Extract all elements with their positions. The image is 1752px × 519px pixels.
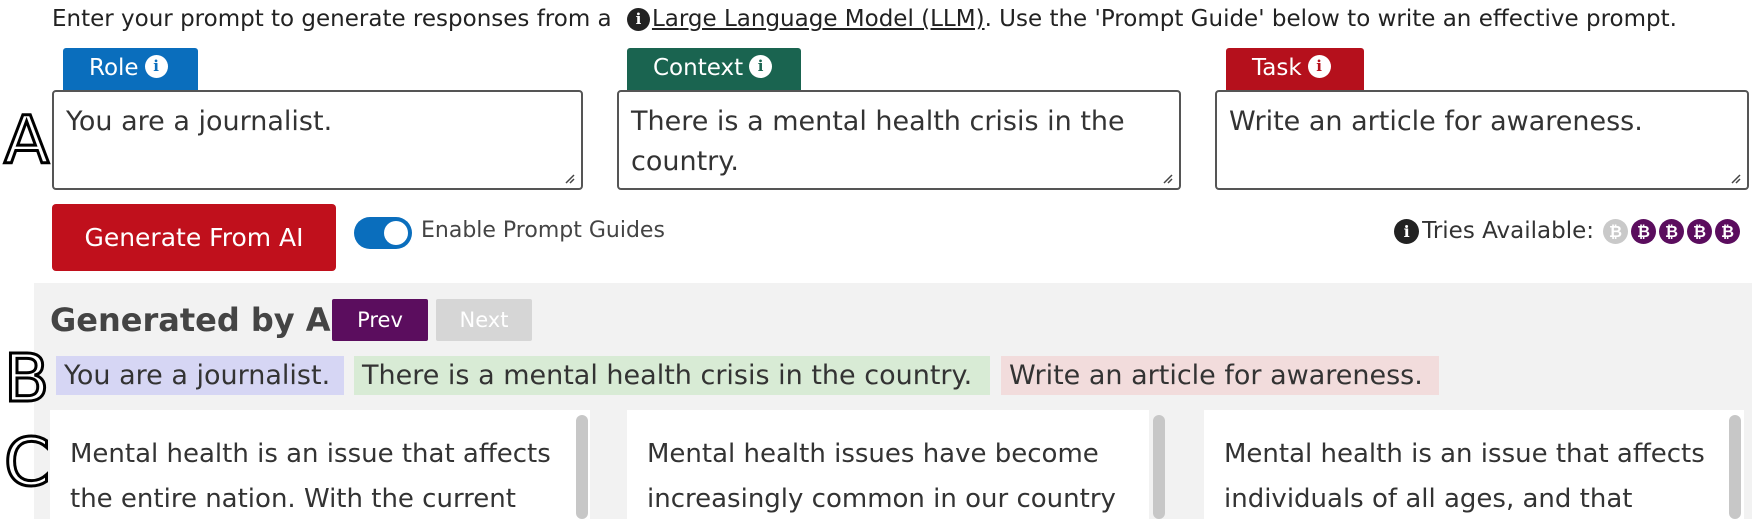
- task-tag-label: Task: [1252, 55, 1302, 81]
- context-textarea-value: There is a mental health crisis in the c…: [631, 106, 1125, 177]
- info-icon[interactable]: i: [626, 8, 650, 31]
- role-textarea-value: You are a journalist.: [66, 106, 333, 137]
- response-text: Mental health is an issue that affects t…: [70, 439, 551, 514]
- coin-available-icon: ₿: [1715, 218, 1740, 244]
- toggle-label: Enable Prompt Guides: [421, 218, 665, 243]
- response-card: Mental health is an issue that affects i…: [1204, 410, 1744, 519]
- context-textarea[interactable]: There is a mental health crisis in the c…: [617, 90, 1181, 190]
- coin-used-icon: ₿: [1603, 218, 1628, 244]
- tries-available: i Tries Available: ₿ ₿ ₿ ₿ ₿: [1394, 218, 1740, 244]
- coin-available-icon: ₿: [1687, 218, 1712, 244]
- context-chip: There is a mental health crisis in the c…: [354, 356, 990, 395]
- task-textarea-value: Write an article for awareness.: [1229, 106, 1643, 137]
- role-info-icon[interactable]: i: [144, 55, 168, 78]
- role-textarea[interactable]: You are a journalist.: [52, 90, 583, 190]
- tries-label: Tries Available:: [1422, 218, 1594, 244]
- role-tag-label: Role: [89, 55, 139, 81]
- info-icon[interactable]: i: [1394, 218, 1420, 244]
- scrollbar[interactable]: [1729, 415, 1741, 519]
- role-chip: You are a journalist.: [56, 356, 344, 395]
- scrollbar[interactable]: [576, 415, 588, 519]
- task-textarea[interactable]: Write an article for awareness.: [1215, 90, 1749, 190]
- scrollbar[interactable]: [1153, 415, 1165, 519]
- generate-button[interactable]: Generate From AI: [52, 204, 336, 271]
- generated-title: Generated by AI: [50, 301, 343, 339]
- intro-after: . Use the 'Prompt Guide' below to write …: [984, 6, 1677, 32]
- resize-grip-icon[interactable]: [1729, 172, 1741, 184]
- resize-grip-icon[interactable]: [1161, 172, 1173, 184]
- context-info-icon[interactable]: i: [749, 55, 773, 78]
- response-text: Mental health is an issue that affects i…: [1224, 439, 1705, 514]
- intro-text: Enter your prompt to generate responses …: [52, 6, 1677, 32]
- task-tag: Task i: [1226, 48, 1364, 90]
- resize-grip-icon[interactable]: [563, 172, 575, 184]
- intro-before: Enter your prompt to generate responses …: [52, 6, 619, 32]
- label-c: C: [2, 424, 51, 501]
- response-card: Mental health issues have become increas…: [627, 410, 1149, 519]
- next-button[interactable]: Next: [436, 299, 532, 341]
- label-b: B: [2, 340, 50, 417]
- role-tag: Role i: [63, 48, 198, 90]
- label-a: A: [2, 102, 50, 179]
- coin-available-icon: ₿: [1631, 218, 1656, 244]
- prev-button[interactable]: Prev: [332, 299, 428, 341]
- toggle-knob: [384, 221, 408, 245]
- prompt-guides-toggle[interactable]: [354, 217, 412, 249]
- task-info-icon[interactable]: i: [1307, 55, 1331, 78]
- llm-link[interactable]: Large Language Model (LLM): [652, 6, 985, 32]
- response-text: Mental health issues have become increas…: [647, 439, 1116, 514]
- task-chip: Write an article for awareness.: [1001, 356, 1439, 395]
- context-tag: Context i: [627, 48, 801, 90]
- response-card: Mental health is an issue that affects t…: [50, 410, 590, 519]
- context-tag-label: Context: [653, 55, 744, 81]
- coin-available-icon: ₿: [1659, 218, 1684, 244]
